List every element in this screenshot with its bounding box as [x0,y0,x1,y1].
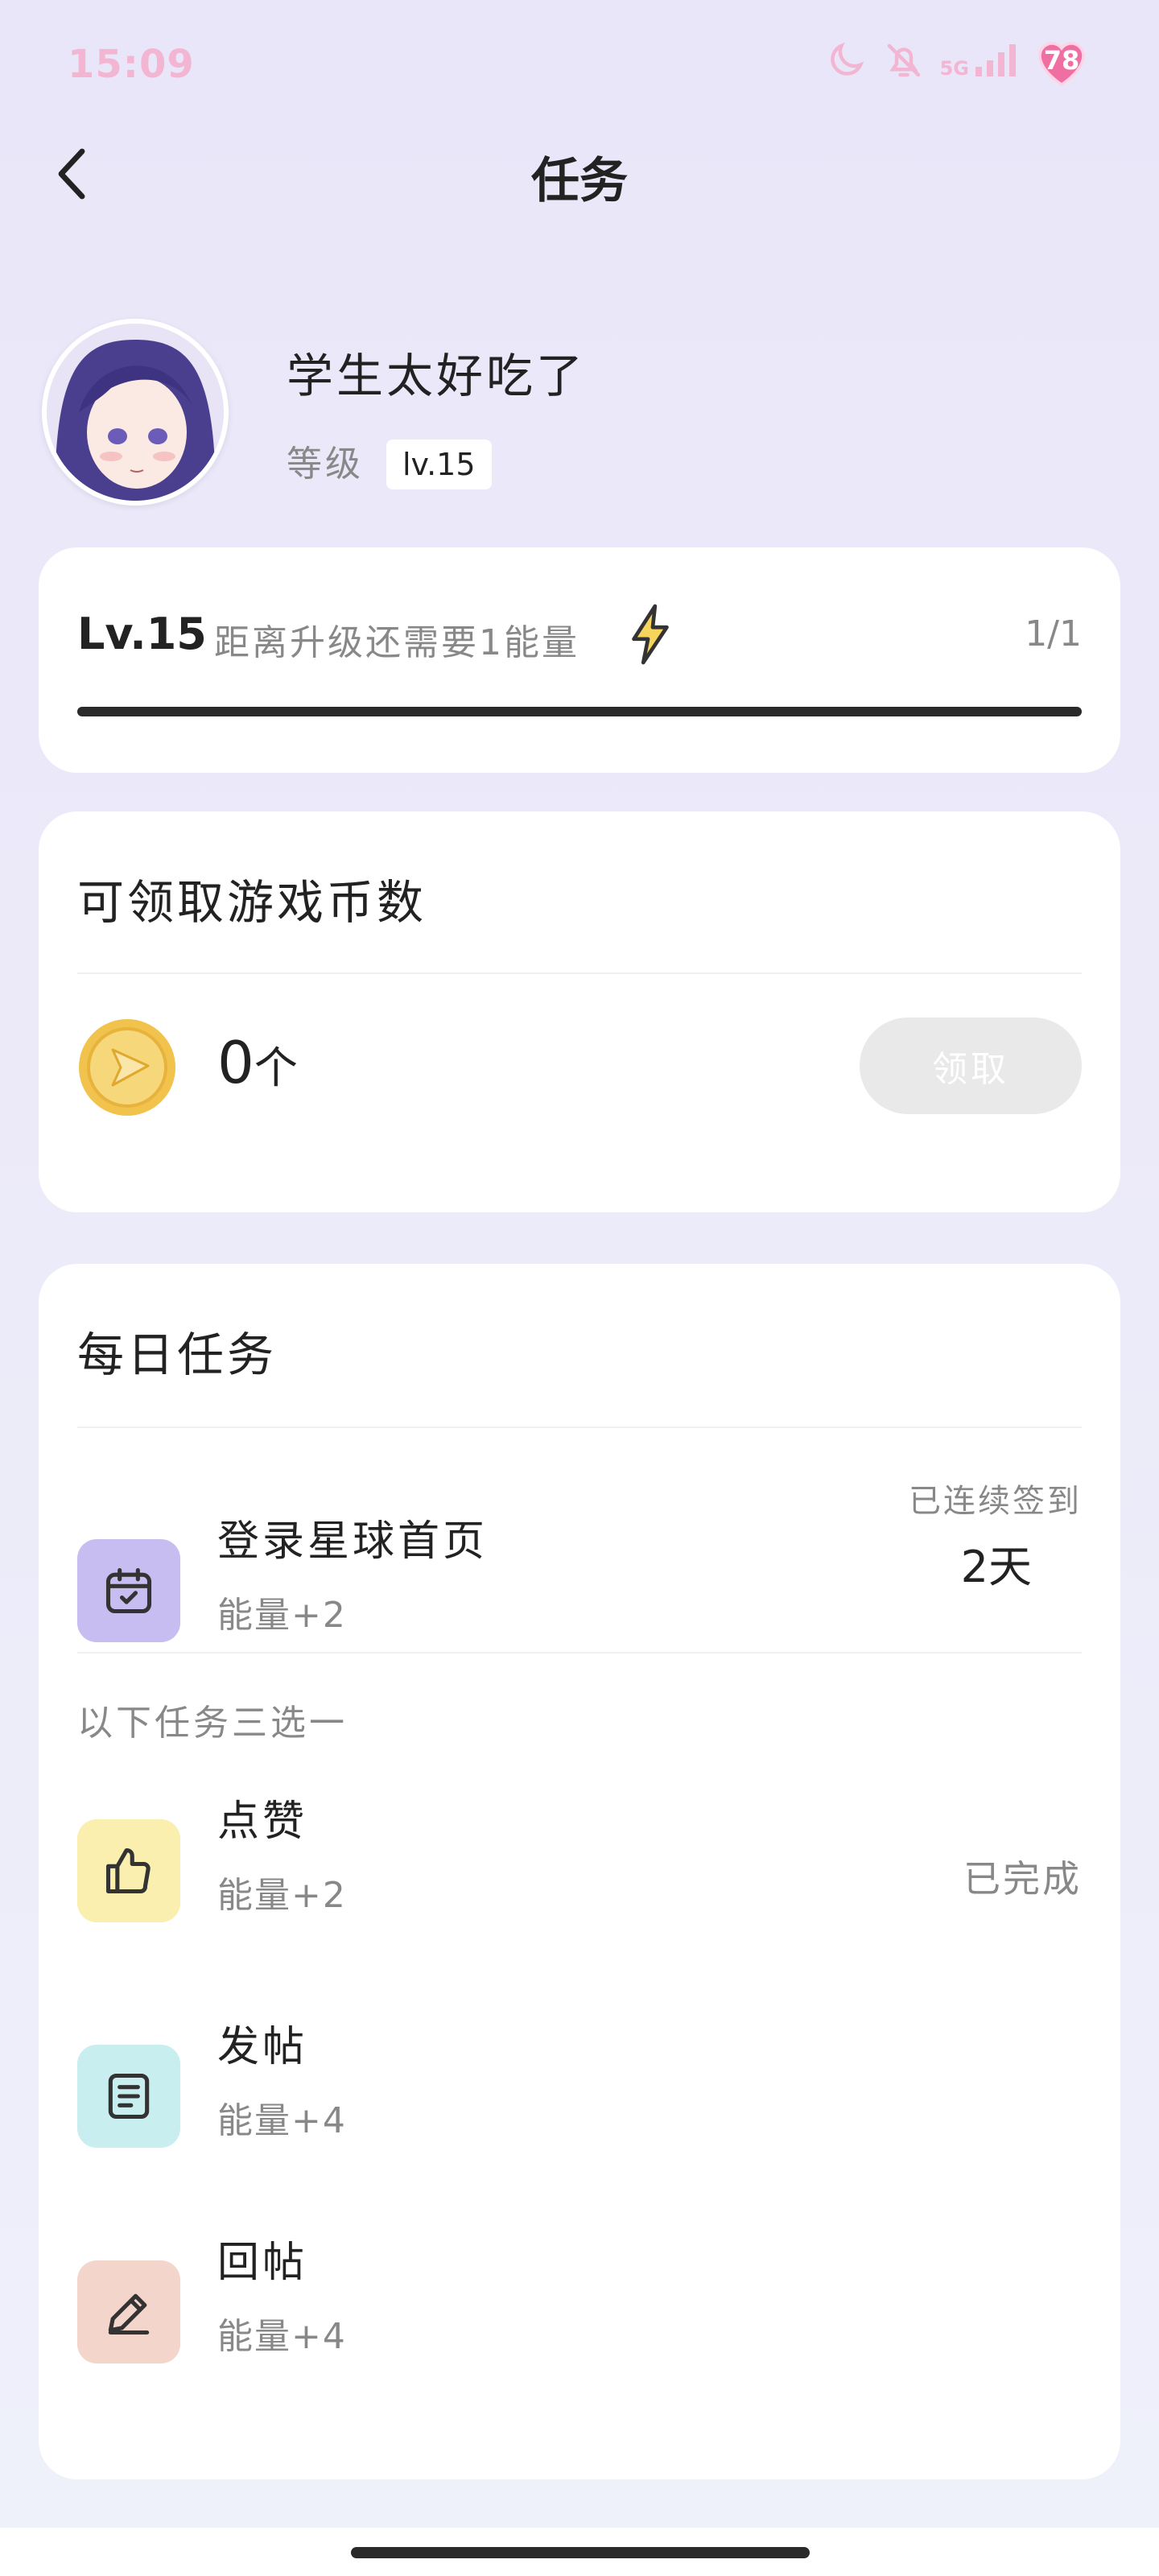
status-time: 15:09 [68,42,195,87]
bell-off-icon [887,43,920,77]
level-description: 距离升级还需要1能量 [214,622,580,663]
tasks-divider [77,1426,1082,1428]
choose-hint: 以下任务三选一 [77,1703,348,1744]
coin-count-value: 0 [217,1029,254,1096]
document-icon [77,2045,180,2148]
username: 学生太好吃了 [287,349,587,403]
calendar-check-icon [77,1539,180,1642]
level-progress-fill [77,707,1082,716]
streak-label: 已连续签到 [909,1483,1082,1520]
avatar[interactable] [42,319,229,506]
claim-button[interactable]: 领取 [860,1018,1082,1114]
task-name: 回帖 [217,2239,308,2287]
task-energy: 能量+4 [217,2316,347,2357]
task-row-post[interactable]: 发帖 能量+4 [39,2023,1120,2222]
moon-icon [830,42,864,76]
task-status-done: 已完成 [963,1857,1082,1901]
battery-heart-icon: 78 [1032,34,1091,87]
page-title: 任务 [531,153,628,209]
thumbs-up-icon [77,1819,180,1922]
level-progress-bar [77,707,1082,716]
avatar-illustration [47,324,224,501]
coin-count: 0个 [217,1029,298,1096]
task-name: 点赞 [217,1798,308,1846]
current-level: Lv.15 [77,609,207,659]
pencil-icon [77,2260,180,2363]
coin-count-unit: 个 [254,1042,298,1093]
lightning-icon [632,604,669,665]
level-label: 等级 [287,444,364,485]
home-indicator[interactable] [351,2547,810,2558]
level-ratio: 1/1 [1025,613,1082,654]
task-name: 发帖 [217,2023,308,2071]
task-energy: 能量+2 [217,1875,347,1916]
daily-divider [77,1652,1082,1653]
tasks-title: 每日任务 [77,1327,278,1382]
network-label: 5G [939,57,969,80]
network-type: 5G [940,41,1017,80]
coins-divider [77,972,1082,974]
task-name: 登录星球首页 [217,1517,489,1566]
level-card: Lv.15 距离升级还需要1能量 1/1 [39,547,1120,773]
task-row-like[interactable]: 点赞 能量+2 [39,1798,1120,1996]
coins-card: 可领取游戏币数 0个 领取 [39,811,1120,1212]
battery-level: 78 [1043,45,1080,76]
task-energy: 能量+2 [217,1595,347,1636]
coins-title: 可领取游戏币数 [77,875,427,930]
streak-value: 2天 [960,1542,1032,1592]
daily-tasks-card: 每日任务 登录星球首页 能量+2 已连续签到 2天 以下任务三选一 点赞 能量+… [39,1264,1120,2479]
signal-icon [975,44,1016,76]
task-energy: 能量+4 [217,2100,347,2141]
coin-icon [79,1019,175,1116]
status-icons: 5G 78 [824,34,1091,87]
level-badge: lv.15 [386,440,492,489]
task-row-reply[interactable]: 回帖 能量+4 [39,2239,1120,2438]
